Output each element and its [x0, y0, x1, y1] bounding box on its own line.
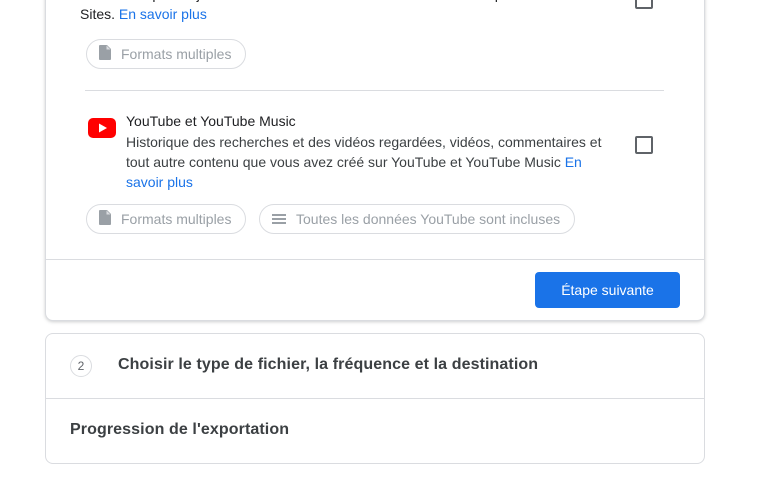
list-icon — [272, 211, 286, 227]
youtube-product-description-text: Historique des recherches et des vidéos … — [126, 134, 602, 170]
file-icon — [99, 45, 111, 63]
file-icon — [99, 210, 111, 228]
youtube-formats-chip: Formats multiples — [86, 204, 247, 234]
page: Contenu et pièces jointes de vos sites c… — [0, 0, 764, 493]
previous-product-checkbox[interactable] — [635, 0, 653, 9]
chip-label: Formats multiples — [121, 46, 232, 62]
export-progress-heading[interactable]: Progression de l'exportation — [70, 421, 289, 439]
youtube-logo-icon — [88, 118, 116, 138]
product-divider — [85, 90, 664, 91]
step-title-file-type[interactable]: Choisir le type de fichier, la fréquence… — [118, 356, 538, 374]
chip-label: Formats multiples — [121, 211, 232, 227]
previous-product-learn-more-link[interactable]: En savoir plus — [119, 6, 207, 22]
youtube-product-description: Historique des recherches et des vidéos … — [126, 132, 621, 192]
youtube-product-title: YouTube et YouTube Music — [126, 113, 296, 129]
steps-divider — [46, 398, 704, 399]
card-footer-divider — [46, 259, 704, 260]
previous-product-description: Contenu et pièces jointes de vos sites c… — [80, 0, 570, 24]
youtube-product-checkbox[interactable] — [635, 136, 653, 154]
previous-product-formats-chip: Formats multiples — [86, 39, 247, 69]
step-number-badge: 2 — [70, 355, 92, 377]
chip-label: Toutes les données YouTube sont incluses — [296, 211, 561, 227]
next-step-button[interactable]: Étape suivante — [535, 272, 680, 308]
youtube-all-data-chip[interactable]: Toutes les données YouTube sont incluses — [259, 204, 576, 234]
